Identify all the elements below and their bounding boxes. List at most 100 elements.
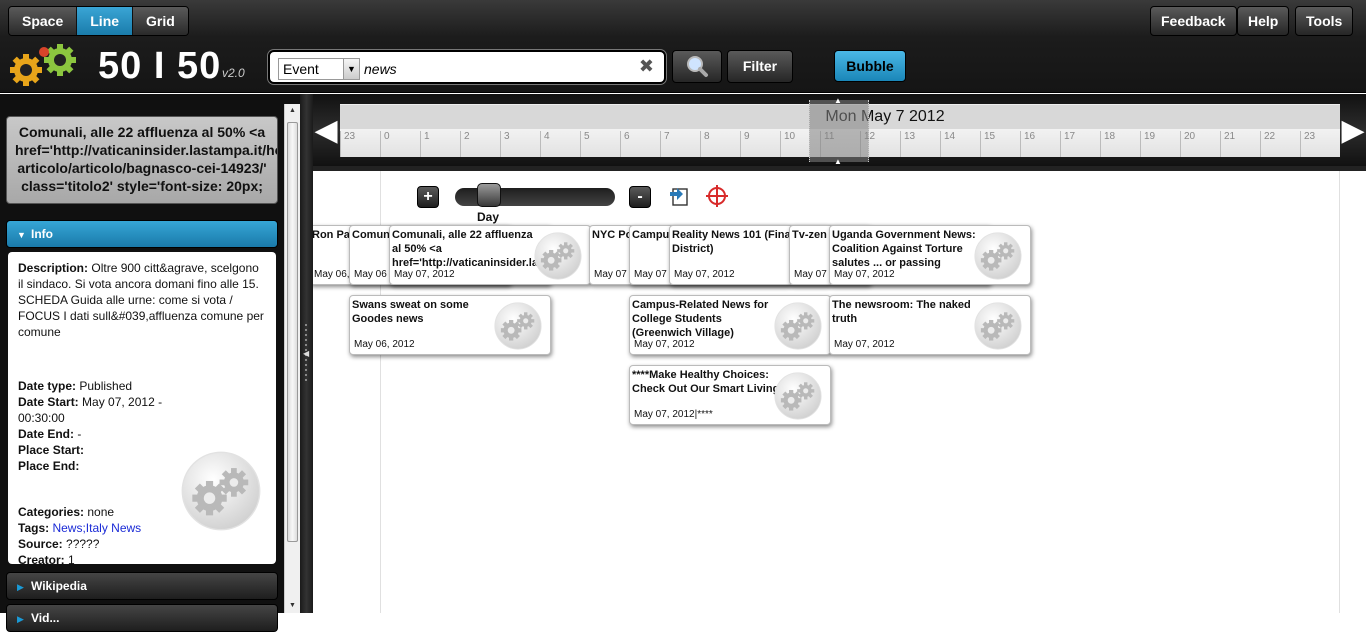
accordion-third-label: Vid...	[31, 611, 60, 625]
panel-splitter[interactable]: ◀	[300, 94, 313, 613]
event-date: May 07	[634, 269, 667, 280]
event-date: May 07, 2012	[834, 339, 895, 350]
timeline-canvas[interactable]: + Day - Ron Pa (Fox Ne May 06, Comuni af…	[313, 166, 1366, 613]
event-title: ****Make Healthy Choices: Check Out Our …	[632, 369, 780, 395]
search-bar: Event ▼ ✖	[268, 50, 666, 84]
view-tabs: Space Line Grid	[8, 6, 189, 36]
triangle-down-icon: ▼	[17, 230, 26, 240]
tools-button[interactable]: Tools	[1295, 6, 1354, 36]
logo-version: v2.0	[222, 66, 245, 80]
info-creator: Creator: 1	[18, 553, 75, 567]
filter-button[interactable]: Filter	[727, 50, 793, 83]
triangle-right-icon: ▶	[17, 614, 24, 624]
scroll-up-icon[interactable]: ▲	[285, 104, 300, 118]
gears-icon	[972, 232, 1024, 280]
event-card[interactable]: The newsroom: The naked truth May 07, 20…	[829, 295, 1031, 355]
info-date-end: Date End: -	[18, 427, 82, 441]
triangle-right-icon: ▶	[17, 582, 24, 592]
event-title: Uganda Government News: Coalition Agains…	[832, 229, 976, 269]
band-prev-icon[interactable]: ◀	[313, 106, 339, 156]
event-card[interactable]: Swans sweat on some Goodes news May 06, …	[349, 295, 551, 355]
bubble-button[interactable]: Bubble	[834, 50, 906, 82]
hour-tick-label: 16	[1020, 131, 1035, 157]
panel-scrollbar[interactable]: ▲ ▼	[284, 104, 300, 613]
search-type-select[interactable]: Event ▼	[278, 58, 360, 80]
gears-icon	[532, 232, 584, 280]
info-source: Source: ?????	[18, 537, 100, 551]
tab-grid[interactable]: Grid	[133, 7, 188, 35]
gears-icon	[772, 302, 824, 350]
tags-link[interactable]: News;Italy News	[52, 521, 141, 535]
timeline-band[interactable]: ◀ Mon May 7 2012 23012345678910111213141…	[313, 94, 1366, 166]
canvas-top-border	[313, 166, 1366, 171]
hour-tick-label: 5	[580, 131, 590, 157]
hour-tick-label: 1	[420, 131, 430, 157]
hour-tick-label: 14	[940, 131, 955, 157]
hour-tick-label: 2	[460, 131, 470, 157]
event-title: The newsroom: The naked truth	[832, 299, 971, 325]
search-type-value: Event	[283, 61, 319, 77]
event-date: May 07, 2012|****	[634, 409, 713, 420]
collapse-left-icon[interactable]: ◀	[303, 349, 309, 358]
tab-space[interactable]: Space	[9, 7, 78, 35]
zoom-in-button[interactable]: +	[417, 186, 439, 208]
hour-tick-label: 17	[1060, 131, 1075, 157]
zoom-level-label: Day	[477, 210, 500, 224]
zoom-slider-thumb[interactable]	[477, 183, 501, 207]
hour-tick-label: 6	[620, 131, 630, 157]
feedback-button[interactable]: Feedback	[1150, 6, 1237, 36]
hour-tick-label: 19	[1140, 131, 1155, 157]
event-date: May 06, 2012	[354, 339, 415, 350]
info-date-type: Date type: Published	[18, 379, 133, 393]
hour-tick-label: 4	[540, 131, 550, 157]
event-card[interactable]: Uganda Government News: Coalition Agains…	[829, 225, 1031, 285]
hour-tick-label: 3	[500, 131, 510, 157]
gears-icon	[492, 302, 544, 350]
accordion-wikipedia-header[interactable]: ▶ Wikipedia	[6, 572, 278, 600]
hour-tick-label: 7	[660, 131, 670, 157]
hour-tick-label: 23	[1300, 131, 1315, 157]
hour-tick-label: 23	[340, 131, 355, 157]
accordion-info-header[interactable]: ▼ Info	[6, 220, 278, 248]
timeline-window-handle[interactable]: ▲ ▲	[809, 96, 869, 166]
close-icon[interactable]: ✖	[639, 56, 654, 77]
event-title: Comunali, alle 22 affluenza al 50% <a hr…	[392, 229, 542, 269]
top-bar: Space Line Grid Feedback Help Tools 50 I…	[0, 0, 1366, 93]
search-input[interactable]	[364, 58, 634, 80]
triangle-up-icon: ▲	[834, 96, 842, 105]
event-title: Campus-Related News for College Students…	[632, 299, 769, 339]
hour-tick-label: 21	[1220, 131, 1235, 157]
accordion-wikipedia-label: Wikipedia	[31, 579, 87, 593]
search-button[interactable]	[672, 50, 722, 83]
event-card[interactable]: Comunali, alle 22 affluenza al 50% <a hr…	[389, 225, 591, 285]
gears-icon	[972, 302, 1024, 350]
help-button[interactable]: Help	[1237, 6, 1290, 36]
logo-text: 50 I 50	[98, 45, 222, 87]
crosshair-icon[interactable]	[705, 184, 729, 208]
chevron-down-icon: ▼	[343, 59, 359, 79]
band-next-icon[interactable]: ▶	[1340, 106, 1366, 156]
triangle-up-icon: ▲	[834, 157, 842, 166]
event-card[interactable]: Campus-Related News for College Students…	[629, 295, 831, 355]
hour-tick-label: 0	[380, 131, 390, 157]
tab-line[interactable]: Line	[77, 7, 134, 35]
info-date-start: Date Start: May 07, 2012 - 00:30:00	[18, 395, 163, 425]
event-date: May 06	[354, 269, 387, 280]
event-card[interactable]: ****Make Healthy Choices: Check Out Our …	[629, 365, 831, 425]
accordion-info-label: Info	[31, 227, 53, 241]
hour-tick-label: 22	[1260, 131, 1275, 157]
hour-tick-label: 10	[780, 131, 795, 157]
hour-tick-label: 9	[740, 131, 750, 157]
hour-tick-label: 13	[900, 131, 915, 157]
hour-tick-label: 8	[700, 131, 710, 157]
zoom-out-button[interactable]: -	[629, 186, 651, 208]
grid-line	[1339, 166, 1340, 613]
scroll-down-icon[interactable]: ▼	[285, 599, 300, 613]
logo-gears-icon	[10, 44, 76, 86]
event-title: Swans sweat on some Goodes news	[352, 299, 469, 325]
event-date: May 07, 2012	[634, 339, 695, 350]
scrollbar-thumb[interactable]	[287, 122, 298, 542]
accordion-third-header[interactable]: ▶ Vid...	[6, 604, 278, 632]
hour-tick-label: 20	[1180, 131, 1195, 157]
export-icon[interactable]	[667, 184, 691, 208]
